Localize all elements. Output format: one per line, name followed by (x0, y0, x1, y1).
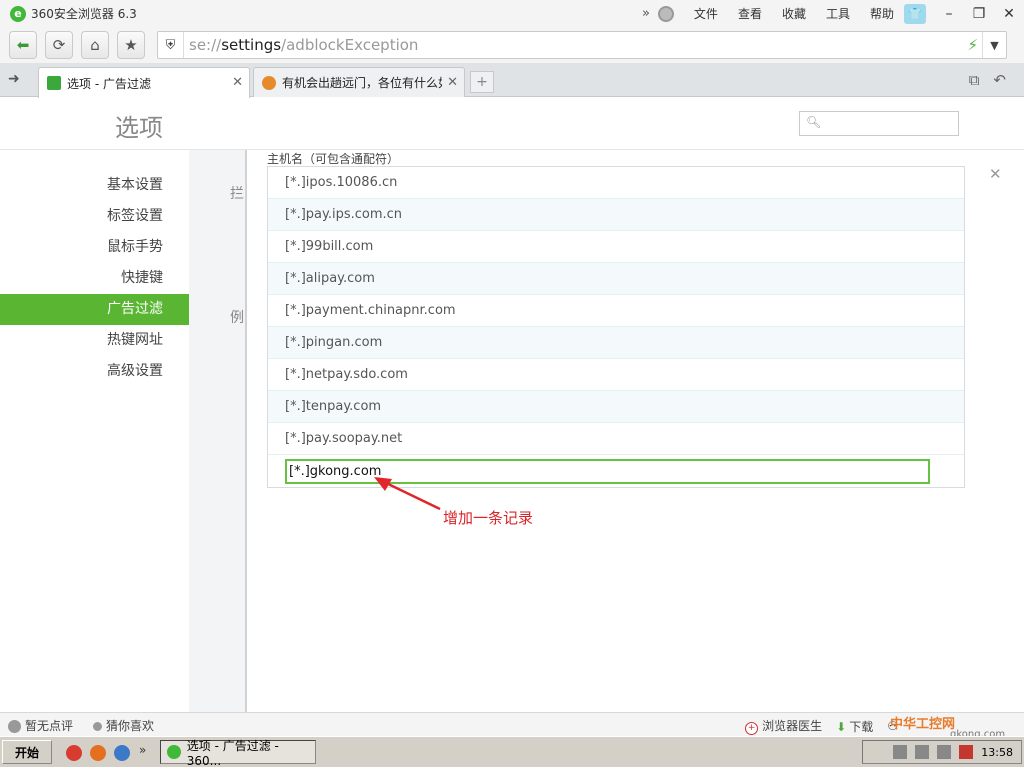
sidebar-item-hotkey-urls[interactable]: 热键网址 (0, 325, 189, 356)
radio-dot-icon (93, 722, 103, 731)
chevron-double-right-icon[interactable]: » (642, 6, 650, 21)
close-dialog-icon[interactable]: ✕ (989, 165, 1002, 183)
page-title: 选项 (115, 114, 163, 142)
firefox-icon[interactable] (90, 745, 106, 761)
download-arrow-icon: ⬇ (836, 719, 847, 734)
no-review-item[interactable]: 暂无点评 (8, 717, 73, 734)
settings-sidebar: 基本设置 标签设置 鼠标手势 快捷键 广告过滤 热键网址 高级设置 (0, 170, 189, 387)
favorite-star-button[interactable]: ★ (117, 31, 145, 59)
menu-favorites[interactable]: 收藏 (772, 5, 816, 22)
status-left: 暂无点评 猜你喜欢 (8, 717, 154, 734)
minimize-button[interactable]: – (934, 6, 964, 22)
host-row[interactable]: [*.]pay.ips.com.cn (268, 199, 964, 231)
sidebar-toggle-icon[interactable]: ➜ (8, 71, 20, 87)
shield-icon[interactable]: ⛨ (158, 32, 184, 58)
doctor-cross-icon: + (745, 722, 759, 735)
address-text[interactable]: se://settings/adblockException (189, 36, 418, 54)
close-tab-icon[interactable]: ✕ (232, 75, 243, 90)
tab-options-adblock[interactable]: 选项 - 广告过滤 ✕ (38, 67, 250, 98)
background-panel (189, 150, 247, 712)
undo-close-icon[interactable]: ↶ (993, 71, 1006, 89)
chrome-icon[interactable] (66, 745, 82, 761)
recommend-item[interactable]: 猜你喜欢 (93, 717, 154, 734)
host-row[interactable]: [*.]payment.chinapnr.com (268, 295, 964, 327)
host-row[interactable]: [*.]netpay.sdo.com (268, 359, 964, 391)
restore-button[interactable]: ❐ (964, 6, 994, 22)
sidebar-item-advanced[interactable]: 高级设置 (0, 356, 189, 387)
host-list: [*.]ipos.10086.cn [*.]pay.ips.com.cn [*.… (267, 166, 965, 488)
tab-list-icon[interactable]: ⧉ (969, 71, 980, 89)
app-title: 360安全浏览器 6.3 (31, 7, 137, 21)
security-shield-icon[interactable] (959, 745, 974, 759)
chevron-down-icon[interactable]: ▼ (982, 32, 1006, 58)
host-row[interactable]: [*.]tenpay.com (268, 391, 964, 423)
clock: 13:58 (981, 745, 1013, 759)
tab-label: 有机会出趟远门，各位有什么如 (282, 76, 442, 90)
lightning-icon[interactable]: ⚡ (967, 36, 978, 54)
quick-launch (66, 745, 130, 761)
user-avatar-icon[interactable] (657, 5, 674, 22)
system-tray: 13:58 (862, 740, 1022, 764)
title-menus: » 文件 查看 收藏 工具 帮助 (642, 0, 904, 27)
menu-help[interactable]: 帮助 (860, 5, 904, 22)
status-bar: 暂无点评 猜你喜欢 + 浏览器医生 ⬇ 下载 ⚇ (0, 712, 1024, 736)
menu-file[interactable]: 文件 (684, 5, 728, 22)
sidebar-item-shortcuts[interactable]: 快捷键 (0, 263, 189, 294)
host-row[interactable]: [*.]pingan.com (268, 327, 964, 359)
sidebar-item-basic[interactable]: 基本设置 (0, 170, 189, 201)
start-button[interactable]: 开始 (2, 740, 52, 764)
behind-label-block: 拦 (230, 186, 244, 202)
chevron-more-icon[interactable]: » (139, 743, 146, 757)
browser-logo-icon: e (10, 5, 26, 22)
windows-taskbar: 开始 » 选项 - 广告过滤 - 360... 13:58 (0, 736, 1024, 767)
search-icon: 🔍︎ (806, 115, 822, 129)
behind-label-exception: 例 (230, 310, 244, 326)
skin-shirt-icon[interactable]: 👕 (904, 3, 926, 24)
address-bar[interactable]: ⛨ se://settings/adblockException ⚡ ▼ (157, 31, 1007, 59)
menu-view[interactable]: 查看 (728, 5, 772, 22)
close-window-button[interactable]: ✕ (994, 6, 1024, 22)
menu-tools[interactable]: 工具 (816, 5, 860, 22)
window-controls: 👕 – ❐ ✕ (904, 0, 1024, 27)
new-tab-button[interactable]: + (470, 71, 494, 93)
host-row[interactable]: [*.]99bill.com (268, 231, 964, 263)
refresh-button[interactable]: ⟳ (45, 31, 73, 59)
keyboard-icon[interactable] (893, 745, 908, 759)
annotation-text: 增加一条记录 (443, 509, 534, 527)
browser-doctor-button[interactable]: + 浏览器医生 (745, 717, 822, 735)
wrench-icon (47, 76, 61, 90)
host-row[interactable]: [*.]alipay.com (268, 263, 964, 295)
watermark-logo: 中华工控网 (890, 717, 956, 732)
back-button[interactable]: ⬅ (9, 31, 37, 59)
host-row[interactable]: [*.]pay.soopay.net (268, 423, 964, 455)
header-divider (0, 149, 1024, 150)
tab-bar: ➜ 选项 - 广告过滤 ✕ 有机会出趟远门，各位有什么如 ✕ + ⧉ ↶ (0, 63, 1024, 98)
tab-tools: ⧉ ↶ (969, 71, 1006, 89)
review-icon (8, 720, 21, 733)
media-player-icon[interactable] (114, 745, 130, 761)
network-icon[interactable] (937, 745, 952, 759)
browser-task-icon (167, 745, 181, 759)
navigation-bar: ⬅ ⟳ ⌂ ★ ⛨ se://settings/adblockException… (0, 27, 1024, 63)
home-button[interactable]: ⌂ (81, 31, 109, 59)
host-list-header: 主机名（可包含通配符） (267, 152, 400, 166)
download-button[interactable]: ⬇ 下载 (836, 718, 873, 735)
help-icon[interactable] (915, 745, 930, 759)
title-bar: e 360安全浏览器 6.3 » 文件 查看 收藏 工具 帮助 👕 – ❐ ✕ (0, 0, 1024, 27)
gear-icon (262, 75, 276, 90)
annotation-arrow-icon (374, 477, 441, 511)
taskbar-browser-window[interactable]: 选项 - 广告过滤 - 360... (160, 739, 316, 767)
sidebar-item-tabs[interactable]: 标签设置 (0, 201, 189, 232)
tab-forum-post[interactable]: 有机会出趟远门，各位有什么如 ✕ (253, 67, 465, 97)
sidebar-item-mouse-gestures[interactable]: 鼠标手势 (0, 232, 189, 263)
settings-search-input[interactable]: 🔍︎ (799, 111, 959, 136)
host-row[interactable]: [*.]ipos.10086.cn (268, 167, 964, 199)
close-tab-icon[interactable]: ✕ (447, 75, 458, 90)
tab-label: 选项 - 广告过滤 (67, 76, 151, 91)
sidebar-item-adblock[interactable]: 广告过滤 (0, 294, 189, 325)
